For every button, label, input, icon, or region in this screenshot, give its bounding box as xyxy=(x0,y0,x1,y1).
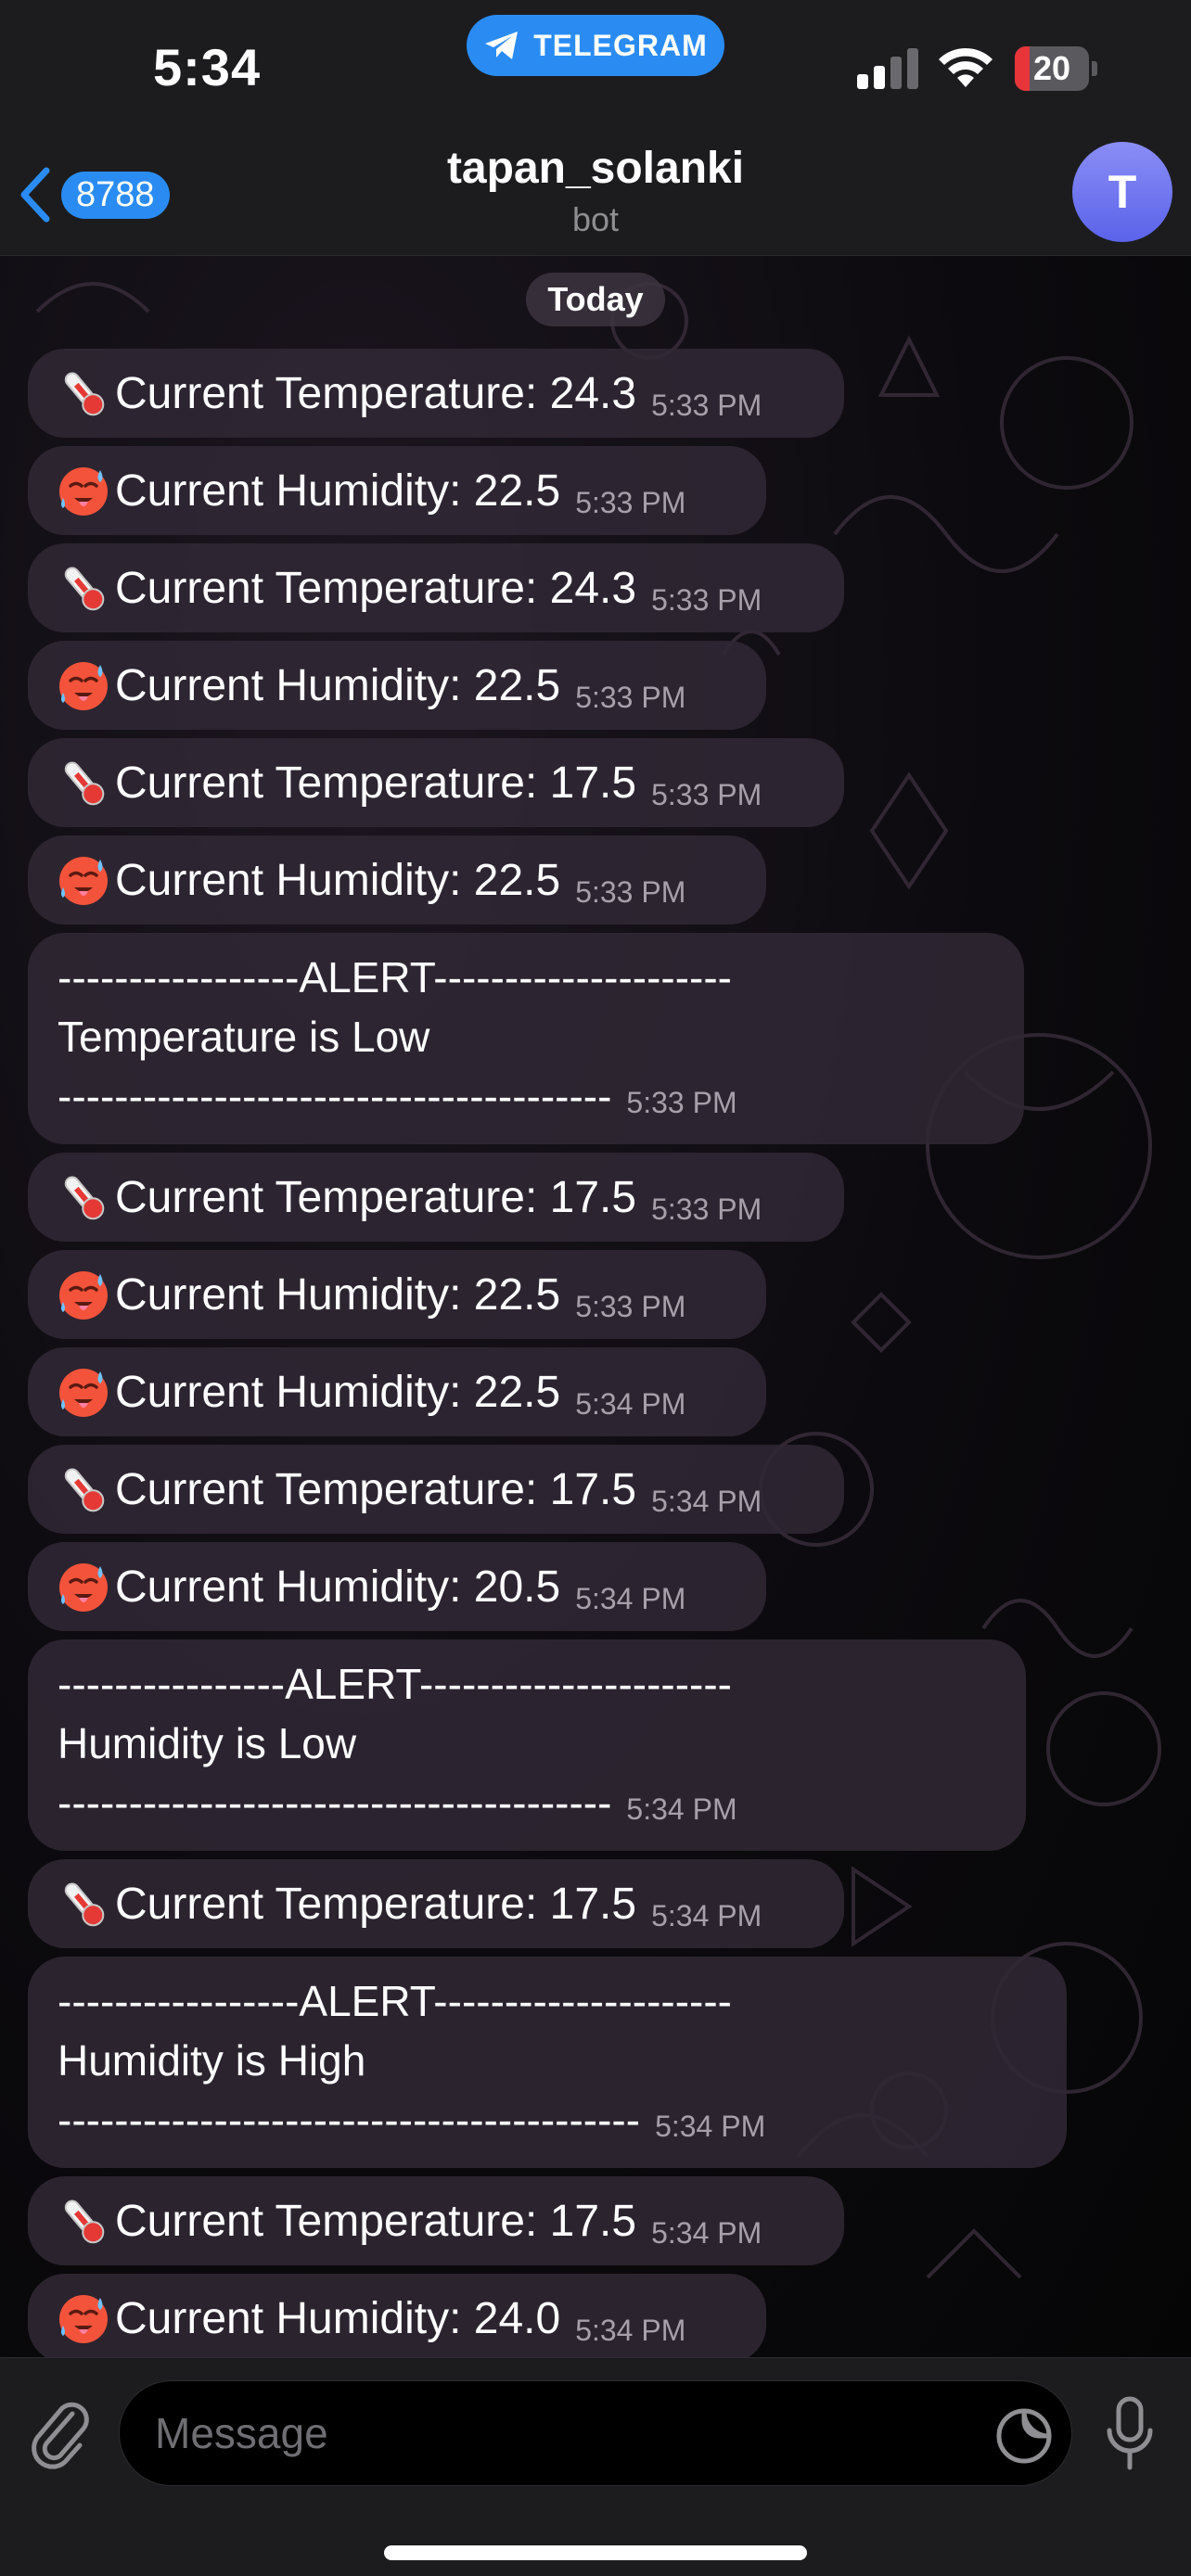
thermometer-icon xyxy=(56,2193,115,2249)
alert-header-line: -----------------ALERT------------------… xyxy=(58,953,732,1001)
message-text: Current Temperature: 17.5 xyxy=(115,1879,637,1929)
pill-label: TELEGRAM xyxy=(533,28,708,62)
message-text: Current Temperature: 17.5 xyxy=(115,1464,637,1514)
status-time: 5:34 xyxy=(153,38,262,96)
hot-face-icon xyxy=(56,2290,115,2346)
message-time: 5:33 PM xyxy=(651,1192,762,1226)
message-time: 5:34 PM xyxy=(575,2313,686,2347)
message-time: 5:34 PM xyxy=(575,1581,686,1615)
message-text: Current Humidity: 20.5 xyxy=(115,1562,561,1612)
alert-text: Humidity is High xyxy=(58,2036,366,2085)
humidity-message-bubble[interactable]: Current Humidity: 24.0 5:34 PM xyxy=(28,2274,766,2363)
temperature-message-bubble[interactable]: Current Temperature: 24.3 5:33 PM xyxy=(28,349,844,438)
message-time: 5:33 PM xyxy=(651,388,762,422)
alert-header-line: -----------------ALERT------------------… xyxy=(58,1977,732,2025)
alert-text: Temperature is Low xyxy=(58,1013,430,1061)
telegram-pill[interactable]: TELEGRAM xyxy=(467,15,724,76)
message-time: 5:33 PM xyxy=(651,777,762,811)
message-text: Current Humidity: 24.0 xyxy=(115,2293,561,2343)
microphone-icon[interactable] xyxy=(1102,2395,1158,2473)
paperclip-icon[interactable] xyxy=(28,2397,93,2471)
message-time: 5:33 PM xyxy=(575,485,686,519)
status-bar: 5:34 TELEGRAM 20 xyxy=(0,0,1191,139)
alert-footer-line: --------------------------------------- xyxy=(58,1072,612,1120)
hot-face-icon xyxy=(56,1267,115,1322)
message-text: Current Temperature: 24.3 xyxy=(115,368,637,418)
hot-face-icon xyxy=(56,463,115,518)
paper-plane-icon xyxy=(485,32,519,59)
hot-face-icon xyxy=(56,1559,115,1614)
chat-title[interactable]: tapan_solanki xyxy=(0,143,1191,194)
hot-face-icon xyxy=(56,657,115,713)
humidity-message-bubble[interactable]: Current Humidity: 22.5 5:33 PM xyxy=(28,641,766,730)
sticker-icon[interactable] xyxy=(994,2406,1054,2466)
battery-level: 20 xyxy=(1032,49,1071,87)
message-time: 5:34 PM xyxy=(651,1898,762,1932)
temperature-message-bubble[interactable]: Current Temperature: 17.5 5:34 PM xyxy=(28,1859,844,1948)
message-time: 5:33 PM xyxy=(575,874,686,909)
temperature-message-bubble[interactable]: Current Temperature: 17.5 5:34 PM xyxy=(28,2176,844,2265)
message-text: Current Humidity: 22.5 xyxy=(115,1367,561,1417)
message-time: 5:34 PM xyxy=(626,1792,737,1826)
message-time: 5:34 PM xyxy=(655,2110,766,2143)
hot-face-icon xyxy=(56,852,115,908)
message-text: Current Humidity: 22.5 xyxy=(115,855,561,905)
humidity-message-bubble[interactable]: Current Humidity: 20.5 5:34 PM xyxy=(28,1542,766,1631)
temperature-message-bubble[interactable]: Current Temperature: 17.5 5:34 PM xyxy=(28,1445,844,1534)
cellular-signal-icon xyxy=(857,48,918,89)
message-text: Current Temperature: 17.5 xyxy=(115,1172,637,1222)
home-indicator xyxy=(384,2545,807,2560)
message-time: 5:34 PM xyxy=(651,2215,762,2250)
alert-footer-line: ----------------------------------------… xyxy=(58,2096,641,2144)
message-time: 5:33 PM xyxy=(575,1289,686,1323)
message-time: 5:34 PM xyxy=(575,1386,686,1421)
message-time: 5:33 PM xyxy=(651,582,762,617)
date-separator: Today xyxy=(526,273,665,326)
composer-bar xyxy=(0,2357,1191,2576)
message-time: 5:34 PM xyxy=(651,1484,762,1518)
telegram-chat-screen: 5:34 TELEGRAM 20 8788 tapan_solanki bot … xyxy=(0,0,1191,2576)
wifi-icon xyxy=(939,47,992,87)
hot-face-icon xyxy=(56,1364,115,1420)
thermometer-icon xyxy=(56,1461,115,1517)
alert-message-bubble[interactable]: ----------------ALERT-------------------… xyxy=(28,1639,1026,1851)
humidity-message-bubble[interactable]: Current Humidity: 22.5 5:34 PM xyxy=(28,1347,766,1436)
message-text: Current Humidity: 22.5 xyxy=(115,660,561,710)
humidity-message-bubble[interactable]: Current Humidity: 22.5 5:33 PM xyxy=(28,1250,766,1339)
battery-indicator: 20 xyxy=(1015,46,1098,91)
thermometer-icon xyxy=(56,365,115,421)
thermometer-icon xyxy=(56,1169,115,1225)
temperature-message-bubble[interactable]: Current Temperature: 24.3 5:33 PM xyxy=(28,543,844,632)
alert-header-line: ----------------ALERT-------------------… xyxy=(58,1660,732,1708)
message-text: Current Temperature: 17.5 xyxy=(115,758,637,808)
alert-message-bubble[interactable]: -----------------ALERT------------------… xyxy=(28,1957,1067,2168)
alert-footer-line: --------------------------------------- xyxy=(58,1779,612,1827)
message-text: Current Humidity: 22.5 xyxy=(115,465,561,516)
message-text: Current Humidity: 22.5 xyxy=(115,1269,561,1320)
chat-header: 8788 tapan_solanki bot T xyxy=(0,139,1191,256)
avatar[interactable]: T xyxy=(1072,142,1172,242)
message-input[interactable] xyxy=(119,2380,1072,2486)
temperature-message-bubble[interactable]: Current Temperature: 17.5 5:33 PM xyxy=(28,1153,844,1242)
message-text: Current Temperature: 24.3 xyxy=(115,563,637,613)
thermometer-icon xyxy=(56,755,115,810)
humidity-message-bubble[interactable]: Current Humidity: 22.5 5:33 PM xyxy=(28,446,766,535)
alert-message-bubble[interactable]: -----------------ALERT------------------… xyxy=(28,933,1024,1144)
thermometer-icon xyxy=(56,1876,115,1932)
message-text: Current Temperature: 17.5 xyxy=(115,2196,637,2246)
chat-subtitle: bot xyxy=(571,200,620,238)
humidity-message-bubble[interactable]: Current Humidity: 22.5 5:33 PM xyxy=(28,835,766,925)
thermometer-icon xyxy=(56,560,115,616)
alert-text: Humidity is Low xyxy=(58,1719,357,1767)
message-time: 5:33 PM xyxy=(626,1086,737,1119)
temperature-message-bubble[interactable]: Current Temperature: 17.5 5:33 PM xyxy=(28,738,844,827)
message-time: 5:33 PM xyxy=(575,680,686,714)
